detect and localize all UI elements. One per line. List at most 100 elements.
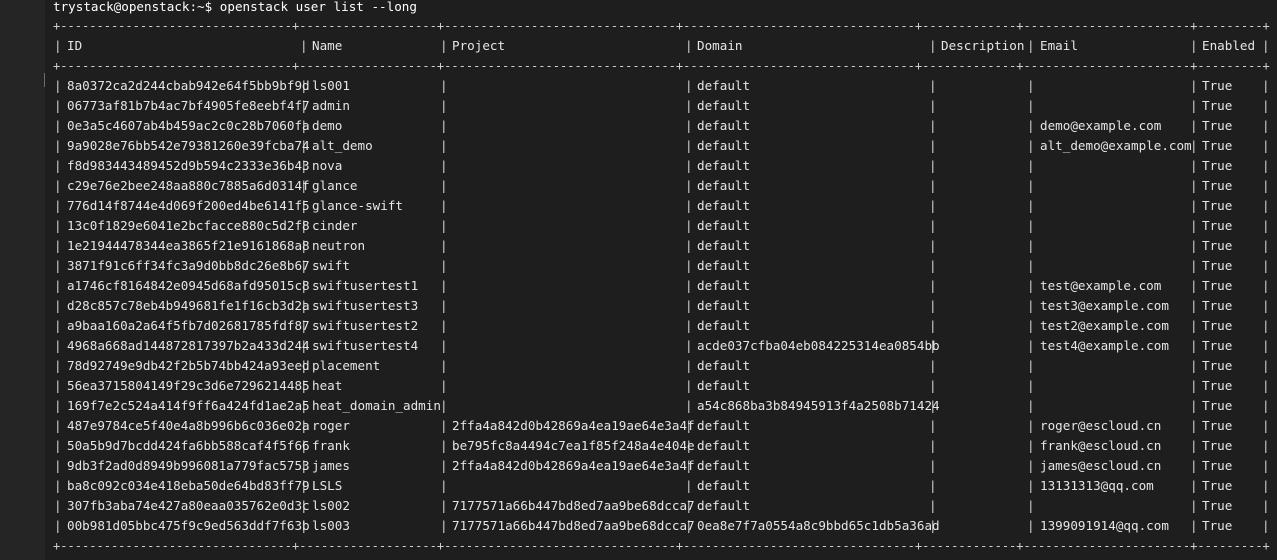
- column-divider: |: [54, 278, 62, 293]
- column-divider: |: [440, 98, 448, 113]
- table-cell: test4@example.com: [1040, 338, 1169, 353]
- column-divider: |: [929, 278, 937, 293]
- column-divider: |: [1262, 298, 1270, 313]
- column-divider: |: [1027, 218, 1035, 233]
- column-divider: |: [54, 418, 62, 433]
- column-divider: |: [440, 498, 448, 513]
- column-divider: |: [1027, 278, 1035, 293]
- column-header-description: Description: [941, 38, 1025, 53]
- table-cell: default: [697, 318, 751, 333]
- table-cell: True: [1202, 258, 1233, 273]
- table-cell: james: [312, 458, 350, 473]
- column-divider: |: [1190, 238, 1198, 253]
- table-cell: True: [1202, 338, 1233, 353]
- column-divider: |: [440, 158, 448, 173]
- table-cell: default: [697, 118, 751, 133]
- column-divider: |: [1190, 78, 1198, 93]
- column-divider: |: [929, 358, 937, 373]
- column-divider: |: [1190, 438, 1198, 453]
- table-cell: ls002: [312, 498, 350, 513]
- table-cell: placement: [312, 358, 381, 373]
- column-divider: |: [685, 478, 693, 493]
- column-divider: |: [1262, 458, 1270, 473]
- column-divider: |: [440, 198, 448, 213]
- column-divider: |: [1027, 98, 1035, 113]
- column-divider: |: [685, 198, 693, 213]
- column-divider: |: [1262, 418, 1270, 433]
- table-cell: a1746cf8164842e0945d68afd95015c8: [67, 278, 310, 293]
- column-divider: |: [685, 378, 693, 393]
- table-cell: 06773af81b7b4ac7bf4905fe8eebf4f7: [67, 98, 310, 113]
- table-cell: True: [1202, 478, 1233, 493]
- column-divider: |: [1027, 458, 1035, 473]
- column-divider: |: [1262, 478, 1270, 493]
- column-divider: |: [54, 178, 62, 193]
- table-cell: c29e76e2bee248aa880c7885a6d0314f: [67, 178, 310, 193]
- table-cell: default: [697, 498, 751, 513]
- table-cell: james@escloud.cn: [1040, 458, 1162, 473]
- column-divider: |: [685, 78, 693, 93]
- column-divider: |: [1027, 498, 1035, 513]
- table-cell: True: [1202, 238, 1233, 253]
- column-divider: |: [1262, 398, 1270, 413]
- column-divider: |: [1027, 118, 1035, 133]
- command-prompt: trystack@openstack:~$ openstack user lis…: [53, 0, 417, 14]
- editor-gutter: [0, 0, 45, 560]
- table-cell: 2ffa4a842d0b42869a4ea19ae64e3a4f: [452, 458, 695, 473]
- column-divider: |: [440, 438, 448, 453]
- table-cell: 4968a668ad144872817397b2a433d244: [67, 338, 310, 353]
- table-cell: default: [697, 138, 751, 153]
- column-divider: |: [685, 398, 693, 413]
- column-divider: |: [685, 358, 693, 373]
- column-divider: |: [1262, 198, 1270, 213]
- column-divider: |: [54, 298, 62, 313]
- table-cell: 169f7e2c524a414f9ff6a424fd1ae2a5: [67, 398, 310, 413]
- column-divider: |: [1190, 398, 1198, 413]
- column-divider: |: [929, 238, 937, 253]
- table-cell: cinder: [312, 218, 358, 233]
- table-cell: 8a0372ca2d244cbab942e64f5bb9bf9d: [67, 78, 310, 93]
- table-cell: True: [1202, 458, 1233, 473]
- table-cell: 1399091914@qq.com: [1040, 518, 1169, 533]
- table-cell: heat: [312, 378, 343, 393]
- table-cell: ls003: [312, 518, 350, 533]
- column-divider: |: [1190, 338, 1198, 353]
- column-divider: |: [1262, 118, 1270, 133]
- column-divider: |: [1262, 358, 1270, 373]
- column-divider: |: [1262, 38, 1270, 53]
- table-cell: default: [697, 238, 751, 253]
- column-divider: |: [440, 298, 448, 313]
- table-cell: True: [1202, 278, 1233, 293]
- column-header-id: ID: [67, 38, 83, 53]
- column-divider: |: [1190, 478, 1198, 493]
- column-divider: |: [54, 498, 62, 513]
- table-cell: True: [1202, 318, 1233, 333]
- column-divider: |: [1027, 478, 1035, 493]
- table-cell: 50a5b9d7bcdd424fa6bb588caf4f5f66: [67, 438, 310, 453]
- table-cell: True: [1202, 298, 1233, 313]
- table-cell: 00b981d05bbc475f9c9ed563ddf7f63b: [67, 518, 310, 533]
- column-divider: |: [1262, 278, 1270, 293]
- column-divider: |: [1190, 498, 1198, 513]
- table-cell: 3871f91c6ff34fc3a9d0bb8dc26e8b67: [67, 258, 310, 273]
- column-divider: |: [1190, 98, 1198, 113]
- column-divider: |: [685, 98, 693, 113]
- column-divider: |: [440, 418, 448, 433]
- table-cell: default: [697, 278, 751, 293]
- column-divider: |: [685, 158, 693, 173]
- table-cell: True: [1202, 98, 1233, 113]
- table-border-header: +--------------------------------+------…: [53, 58, 1270, 73]
- column-divider: |: [54, 98, 62, 113]
- column-divider: |: [1190, 378, 1198, 393]
- table-cell: 0ea8e7f7a0554a8c9bbd65c1db5a36ad: [697, 518, 940, 533]
- column-divider: |: [1027, 178, 1035, 193]
- column-divider: |: [54, 218, 62, 233]
- column-divider: |: [440, 398, 448, 413]
- table-cell: default: [697, 258, 751, 273]
- column-divider: |: [1262, 98, 1270, 113]
- column-divider: |: [685, 278, 693, 293]
- column-divider: |: [685, 338, 693, 353]
- column-divider: |: [1027, 438, 1035, 453]
- column-divider: |: [1262, 158, 1270, 173]
- column-divider: |: [440, 238, 448, 253]
